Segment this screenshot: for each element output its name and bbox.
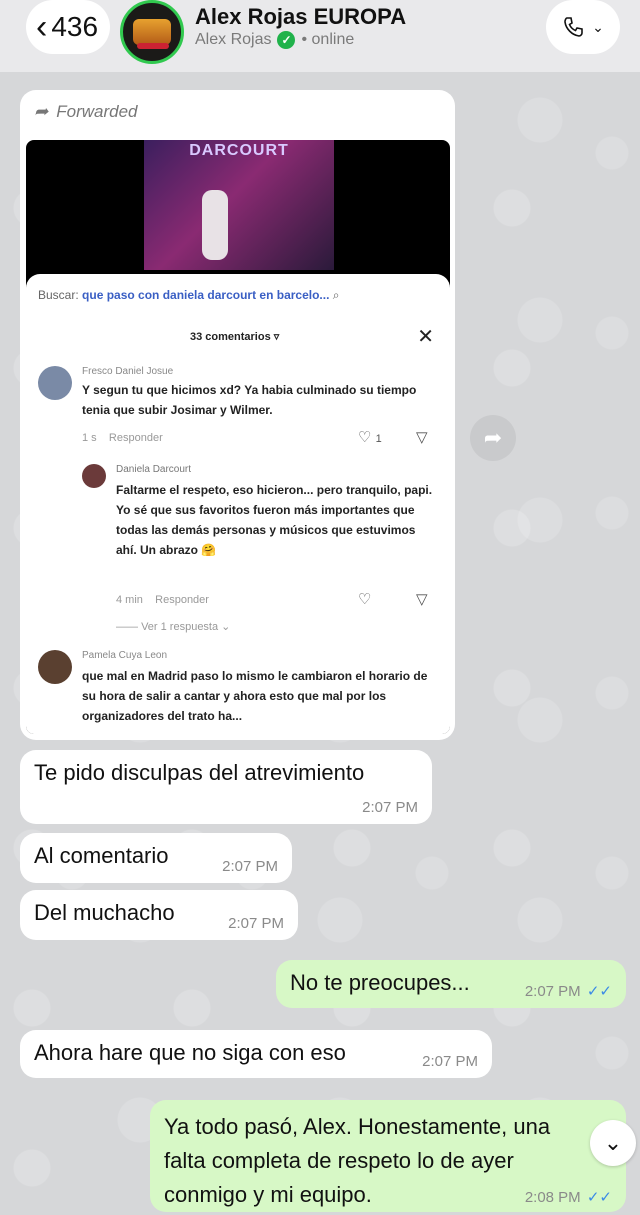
back-button[interactable]: ‹ 436 <box>26 0 110 54</box>
message-time: 2:07 PM <box>362 799 418 816</box>
message-time: 2:07 PM ✓✓ <box>524 983 612 1000</box>
video-thumbnail[interactable]: DARCOURT Buscar: que paso con daniela da… <box>26 140 450 734</box>
online-status: • online <box>301 31 355 48</box>
dislike-icon: ▽ <box>416 429 428 446</box>
call-button[interactable]: ⌄ <box>546 0 620 54</box>
contact-avatar[interactable] <box>120 0 184 64</box>
comment-like: ♡ 1 <box>358 429 382 446</box>
comment-author: Pamela Cuya Leon <box>82 650 168 661</box>
message-bubble-in[interactable]: Te pido disculpas del atrevimiento 2:07 … <box>20 750 432 824</box>
avatar-logo <box>133 19 171 45</box>
video-scene: DARCOURT <box>144 140 334 270</box>
double-check-icon: ✓✓ <box>582 1189 612 1206</box>
message-bubble-in[interactable]: Del muchacho 2:07 PM <box>20 890 298 940</box>
phone-icon <box>564 17 583 37</box>
unread-count: 436 <box>51 11 99 42</box>
avatar <box>82 464 106 488</box>
comment-text: que mal en Madrid paso lo mismo le cambi… <box>82 669 428 723</box>
verified-check-icon: ✓ <box>277 31 296 49</box>
search-icon: ⌕ <box>332 288 340 302</box>
double-check-icon: ✓✓ <box>582 983 612 1000</box>
forwarded-label: ➦ Forwarded <box>34 102 138 121</box>
comments-panel: Buscar: que paso con daniela darcourt en… <box>26 274 450 734</box>
chat-header: ‹ 436 Alex Rojas EUROPA Alex Rojas ✓ • o… <box>0 0 640 72</box>
message-text: Al comentario <box>34 843 169 868</box>
comment-count: 33 comentarios ▿ <box>190 331 280 343</box>
chat-subtitle: Alex Rojas ✓ • online <box>195 31 354 49</box>
avatar <box>38 366 72 400</box>
close-icon: ✕ <box>417 326 434 348</box>
message-time: 2:07 PM <box>422 1053 478 1070</box>
message-text: Te pido disculpas del atrevimiento <box>34 760 365 785</box>
message-text: Ya todo pasó, Alex. Honestamente, una fa… <box>164 1114 551 1207</box>
scroll-down-button[interactable]: ⌄ <box>590 1120 636 1166</box>
comment-meta: 1 s Responder <box>82 432 163 444</box>
view-replies: —— Ver 1 respuesta ⌄ <box>116 621 231 633</box>
message-bubble-out[interactable]: No te preocupes... 2:07 PM ✓✓ <box>276 960 626 1008</box>
heart-icon: ♡ <box>358 429 372 446</box>
message-time: 2:08 PM ✓✓ <box>524 1189 612 1206</box>
message-text: No te preocupes... <box>290 970 470 995</box>
chevron-left-icon: ‹ <box>36 8 48 46</box>
forward-arrow-icon: ➦ <box>34 102 49 121</box>
share-arrow-icon[interactable]: ➦ <box>470 415 516 461</box>
heart-icon: ♡ <box>358 591 372 608</box>
comment-author: Fresco Daniel Josue <box>82 366 174 377</box>
message-time: 2:07 PM <box>222 858 278 875</box>
message-text: Ahora hare que no siga con eso <box>34 1040 346 1065</box>
chevron-down-icon: ⌄ <box>592 18 604 35</box>
dislike-icon: ▽ <box>416 591 428 608</box>
comment-text: Faltarme el respeto, eso hicieron... per… <box>116 483 433 557</box>
message-time: 2:07 PM <box>384 711 440 728</box>
message-text: Del muchacho <box>34 900 175 925</box>
message-bubble-in[interactable]: Al comentario 2:07 PM <box>20 833 292 883</box>
contact-name: Alex Rojas <box>195 31 272 48</box>
video-camera-icon <box>36 714 56 726</box>
avatar <box>38 650 72 684</box>
message-bubble-out[interactable]: Ya todo pasó, Alex. Honestamente, una fa… <box>150 1100 626 1212</box>
comment-text: Y segun tu que hicimos xd? Ya habia culm… <box>82 383 417 417</box>
message-time: 2:07 PM <box>228 915 284 932</box>
search-line: Buscar: que paso con daniela darcourt en… <box>38 288 340 302</box>
chat-title[interactable]: Alex Rojas EUROPA <box>195 4 406 30</box>
forwarded-message[interactable]: ➦ Forwarded DARCOURT Buscar: que paso co… <box>20 90 455 740</box>
search-query: que paso con daniela darcourt en barcelo… <box>82 288 330 302</box>
video-brand: DARCOURT <box>189 142 289 159</box>
comment-author: Daniela Darcourt <box>116 464 192 475</box>
message-bubble-in[interactable]: Ahora hare que no siga con eso 2:07 PM <box>20 1030 492 1078</box>
comment-meta: 4 min Responder <box>116 594 209 606</box>
chevron-down-icon: ⌄ <box>603 1130 623 1155</box>
